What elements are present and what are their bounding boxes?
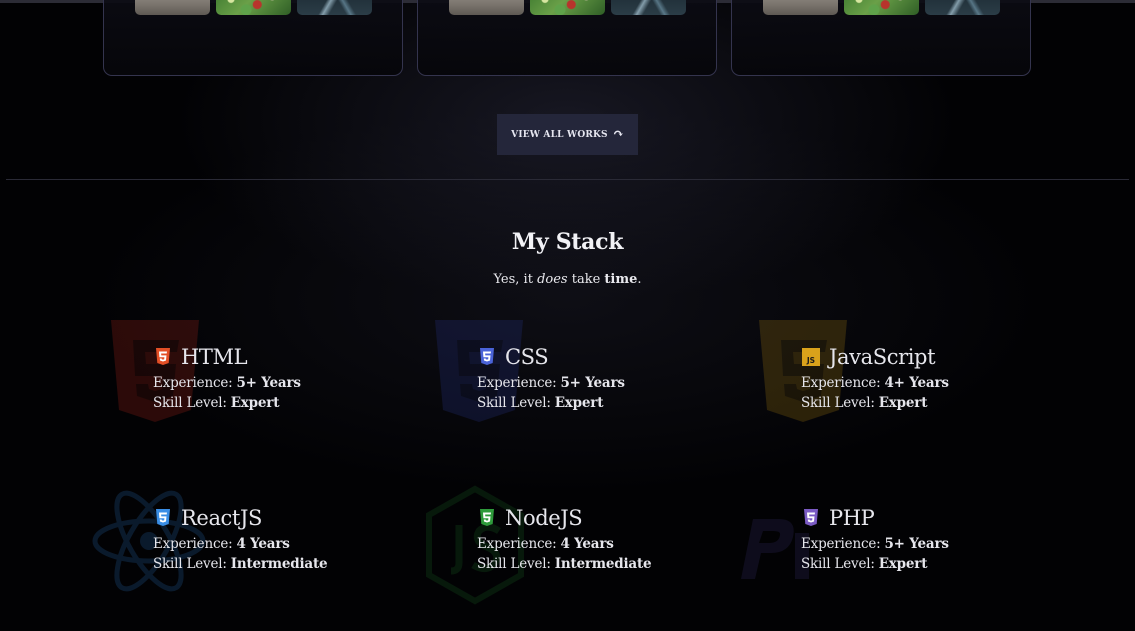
skill-header: CSS — [477, 344, 549, 370]
skill-level-value: Expert — [230, 395, 280, 411]
portfolio-page: VIEW ALL WORKS ↷ My Stack Yes, it does t… — [0, 0, 1135, 631]
skill-experience: Experience: 4 Years — [477, 536, 614, 552]
work-card[interactable] — [103, 0, 403, 76]
section-divider — [6, 179, 1129, 180]
skill-level-value: Expert — [554, 395, 604, 411]
skill-card-nodejs: NodeJS Experience: 4 Years Skill Level: In… — [426, 485, 777, 625]
experience-value: 5+ Years — [560, 375, 625, 391]
nodejs-icon — [477, 508, 497, 528]
experience-label: Experience: — [153, 375, 233, 391]
skill-level-label: Skill Level: — [477, 556, 551, 572]
work-thumbnail[interactable] — [763, 0, 838, 15]
php-icon — [801, 508, 821, 528]
subtitle-text: . — [637, 272, 642, 287]
css3-icon — [477, 347, 497, 367]
skill-level-value: Intermediate — [230, 556, 328, 572]
work-thumbnails — [135, 0, 372, 15]
experience-value: 4 Years — [236, 536, 290, 552]
skill-header: ReactJS — [153, 505, 262, 531]
work-thumbnail[interactable] — [925, 0, 1000, 15]
skill-card-html: HTML Experience: 5+ Years Skill Level: Exp… — [111, 320, 453, 464]
work-card[interactable] — [417, 0, 717, 76]
skill-level-value: Expert — [878, 395, 928, 411]
skill-level-label: Skill Level: — [153, 556, 227, 572]
skill-level: Skill Level: Intermediate — [153, 556, 328, 572]
skill-level-label: Skill Level: — [477, 395, 551, 411]
skill-experience: Experience: 5+ Years — [801, 536, 949, 552]
subtitle-emphasis: does — [537, 272, 568, 287]
skill-level: Skill Level: Expert — [801, 395, 927, 411]
experience-value: 4 Years — [560, 536, 614, 552]
skill-header: NodeJS — [477, 505, 583, 531]
experience-label: Experience: — [477, 375, 557, 391]
work-card[interactable] — [731, 0, 1031, 76]
experience-value: 5+ Years — [236, 375, 301, 391]
skill-level: Skill Level: Expert — [477, 395, 603, 411]
work-thumbnail[interactable] — [297, 0, 372, 15]
skill-level: Skill Level: Expert — [801, 556, 927, 572]
experience-label: Experience: — [477, 536, 557, 552]
skill-level-value: Expert — [878, 556, 928, 572]
skill-experience: Experience: 4+ Years — [801, 375, 949, 391]
skill-name: CSS — [505, 345, 549, 369]
work-thumbnail[interactable] — [216, 0, 291, 15]
work-thumbnails — [449, 0, 686, 15]
skill-name: HTML — [181, 345, 248, 369]
skill-level-label: Skill Level: — [801, 556, 875, 572]
skill-header: HTML — [153, 344, 248, 370]
curved-arrow-icon: ↷ — [612, 127, 624, 142]
skill-card-php: PHP Experience: 5+ Years Skill Level: Expe… — [741, 505, 1101, 625]
html5-icon — [153, 347, 173, 367]
subtitle-strong: time — [604, 272, 638, 287]
skill-card-javascript: JS JavaScript Experience: 4+ Years Skill … — [759, 320, 1101, 464]
experience-label: Experience: — [801, 375, 881, 391]
skill-experience: Experience: 5+ Years — [153, 375, 301, 391]
skill-name: NodeJS — [505, 506, 583, 530]
work-thumbnail[interactable] — [449, 0, 524, 15]
work-thumbnail[interactable] — [844, 0, 919, 15]
skill-name: JavaScript — [829, 345, 936, 369]
skill-name: PHP — [829, 506, 875, 530]
view-all-works-label: VIEW ALL WORKS — [511, 129, 608, 140]
skill-level-label: Skill Level: — [153, 395, 227, 411]
stack-subtitle: Yes, it does take time. — [0, 272, 1135, 287]
skill-header: JS JavaScript — [801, 344, 936, 370]
experience-label: Experience: — [801, 536, 881, 552]
work-thumbnail[interactable] — [530, 0, 605, 15]
svg-text:JS: JS — [806, 356, 815, 365]
skill-level-label: Skill Level: — [801, 395, 875, 411]
skill-card-css: CSS Experience: 5+ Years Skill Level: Expe… — [435, 320, 777, 464]
javascript-icon: JS — [801, 347, 821, 367]
skill-header: PHP — [801, 505, 875, 531]
view-all-works-button[interactable]: VIEW ALL WORKS ↷ — [497, 114, 638, 155]
skill-experience: Experience: 4 Years — [153, 536, 290, 552]
experience-label: Experience: — [153, 536, 233, 552]
php-background-icon — [741, 519, 809, 579]
subtitle-text: take — [567, 272, 605, 287]
stack-title: My Stack — [511, 229, 624, 255]
skill-level: Skill Level: Intermediate — [477, 556, 652, 572]
skill-level-value: Intermediate — [554, 556, 652, 572]
experience-value: 5+ Years — [884, 536, 949, 552]
work-thumbnail[interactable] — [135, 0, 210, 15]
skill-experience: Experience: 5+ Years — [477, 375, 625, 391]
subtitle-text: Yes, it — [493, 272, 538, 287]
react-icon — [153, 508, 173, 528]
experience-value: 4+ Years — [884, 375, 949, 391]
skill-level: Skill Level: Expert — [153, 395, 279, 411]
work-thumbnails — [763, 0, 1000, 15]
skill-card-reactjs: ReactJS Experience: 4 Years Skill Level: I… — [92, 490, 453, 625]
skill-name: ReactJS — [181, 506, 262, 530]
work-thumbnail[interactable] — [611, 0, 686, 15]
